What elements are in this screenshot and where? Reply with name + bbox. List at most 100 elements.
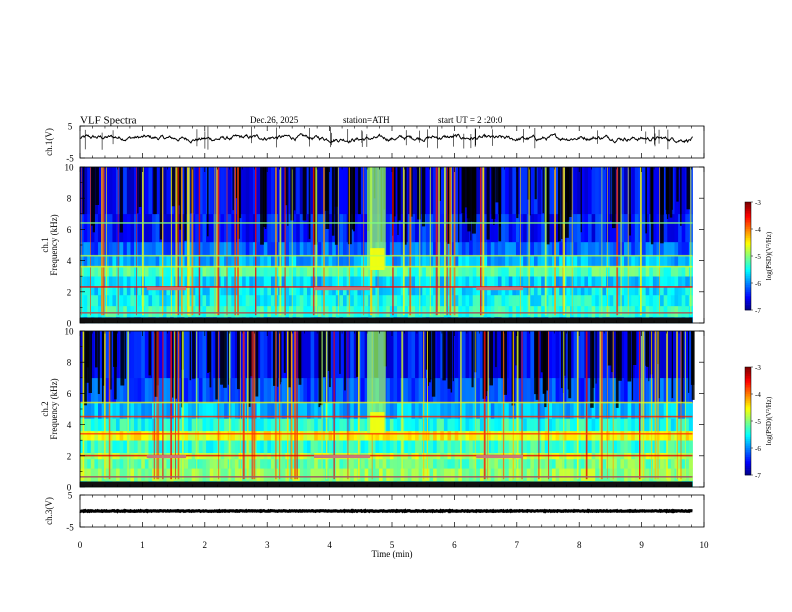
spectrogram-cell — [602, 287, 607, 296]
spectrogram-cell — [202, 440, 207, 453]
dark-streak — [690, 331, 695, 385]
spectrogram-cell — [609, 255, 614, 268]
spectrogram-cell — [526, 418, 531, 432]
spectrogram-cell — [231, 430, 236, 441]
spectrogram-cell — [523, 468, 528, 482]
spectrogram-cell — [112, 266, 117, 277]
spectrogram-cell — [220, 430, 225, 441]
spectrogram-cell — [382, 440, 387, 453]
spectrogram-cell — [335, 418, 340, 432]
spectrogram-cell — [443, 377, 448, 404]
spectrogram-cell — [346, 377, 351, 404]
spectrogram-cell — [526, 430, 531, 441]
spectrogram-cell — [465, 331, 470, 379]
dark-streak — [570, 167, 572, 210]
sferic-line — [291, 167, 293, 316]
spectrogram-cell — [155, 241, 160, 257]
dark-streak — [442, 331, 446, 381]
spectrogram-cell — [559, 468, 564, 482]
spectrogram-cell — [263, 305, 268, 318]
spectrogram-cell — [533, 305, 538, 318]
sferic-line — [392, 167, 394, 316]
spectrogram-cell — [350, 294, 355, 307]
spectrogram-cell — [436, 331, 441, 379]
spectrogram-cell — [472, 276, 477, 288]
spectrogram-cell — [220, 167, 225, 215]
spectrogram-cell — [472, 458, 477, 469]
spectrogram-cell — [634, 255, 639, 268]
spectrogram-cell — [652, 287, 657, 296]
spectrogram-cell — [119, 276, 124, 288]
spectrogram-cell — [353, 255, 358, 268]
spectrogram-cell — [325, 241, 329, 257]
spectrogram-cell — [188, 440, 193, 453]
y-axis-label-line: Frequency (kHz) — [49, 214, 59, 275]
spectrogram-cell — [494, 266, 499, 277]
spectrogram-cell — [361, 167, 366, 215]
spectrogram-cell — [591, 287, 596, 296]
spectrogram-cell — [130, 468, 135, 482]
spectrogram-cell — [299, 287, 304, 296]
spectrogram-cell — [343, 418, 348, 432]
spectrogram-cell — [108, 276, 113, 288]
spectrogram-cell — [343, 276, 348, 288]
spectrogram-cell — [465, 266, 470, 277]
spectrogram-cell — [606, 241, 611, 257]
spectrogram-cell — [141, 458, 146, 469]
spectrogram-cell — [551, 331, 556, 379]
sferic-line — [438, 167, 440, 316]
spectrogram-cell — [108, 294, 113, 307]
spectrogram-cell — [220, 287, 225, 296]
spectrogram-cell — [433, 468, 438, 482]
spectrogram-cell — [379, 276, 384, 288]
spectrogram-cell — [137, 458, 142, 469]
spectrogram-cell — [155, 294, 160, 307]
spectrogram-cell — [339, 255, 344, 268]
colorbar-cell — [745, 245, 751, 248]
spectrogram-cell — [479, 458, 484, 469]
colorbar-cell — [745, 238, 751, 241]
spectrogram-cell — [162, 294, 167, 307]
spectrogram-cell — [267, 241, 272, 257]
spectrogram-cell — [494, 440, 499, 453]
sferic-line — [294, 331, 296, 480]
colorbar-tick-label: -7 — [755, 472, 761, 480]
spectrogram-cell — [94, 241, 99, 257]
spectrogram-cell — [123, 468, 128, 482]
spectrogram-cell — [263, 377, 268, 404]
spectrogram-cell — [242, 255, 247, 268]
colorbar-cell — [745, 227, 751, 230]
spectrogram-cell — [497, 266, 502, 277]
spectrogram-cell — [440, 458, 445, 469]
spectrogram-cell — [555, 287, 560, 296]
spectrogram-cell — [634, 294, 639, 307]
spectrogram-cell — [249, 294, 254, 307]
spectrogram-cell — [94, 287, 99, 296]
spectrogram-cell — [487, 266, 492, 277]
spectrogram-cell — [260, 458, 265, 469]
spectrogram-cell — [523, 276, 528, 288]
spectrogram-cell — [652, 305, 657, 318]
spectrogram-cell — [274, 468, 279, 482]
colorbar-cell — [745, 449, 751, 452]
spectrogram-cell — [245, 167, 250, 215]
spectrogram-cell — [87, 440, 92, 453]
spectrogram-cell — [505, 468, 510, 482]
spectrogram-cell — [112, 213, 117, 243]
spectrogram-cell — [631, 305, 636, 318]
spectrogram-cell — [339, 213, 344, 243]
spectrogram-cell — [588, 418, 593, 432]
spectrogram-cell — [195, 294, 200, 307]
spectrogram-cell — [270, 287, 275, 296]
spectrogram-cell — [141, 430, 146, 441]
dark-streak — [682, 331, 684, 378]
spectrogram-cell — [649, 276, 654, 288]
spectrogram-cell — [652, 276, 657, 288]
spectrogram-cell — [389, 377, 394, 404]
dark-streak — [227, 331, 229, 385]
dark-streak — [671, 331, 674, 399]
spectrogram-cell — [678, 305, 683, 318]
spectrogram-cell — [310, 418, 315, 432]
spectrogram-cell — [422, 276, 427, 288]
spectrogram-cell — [425, 305, 430, 318]
